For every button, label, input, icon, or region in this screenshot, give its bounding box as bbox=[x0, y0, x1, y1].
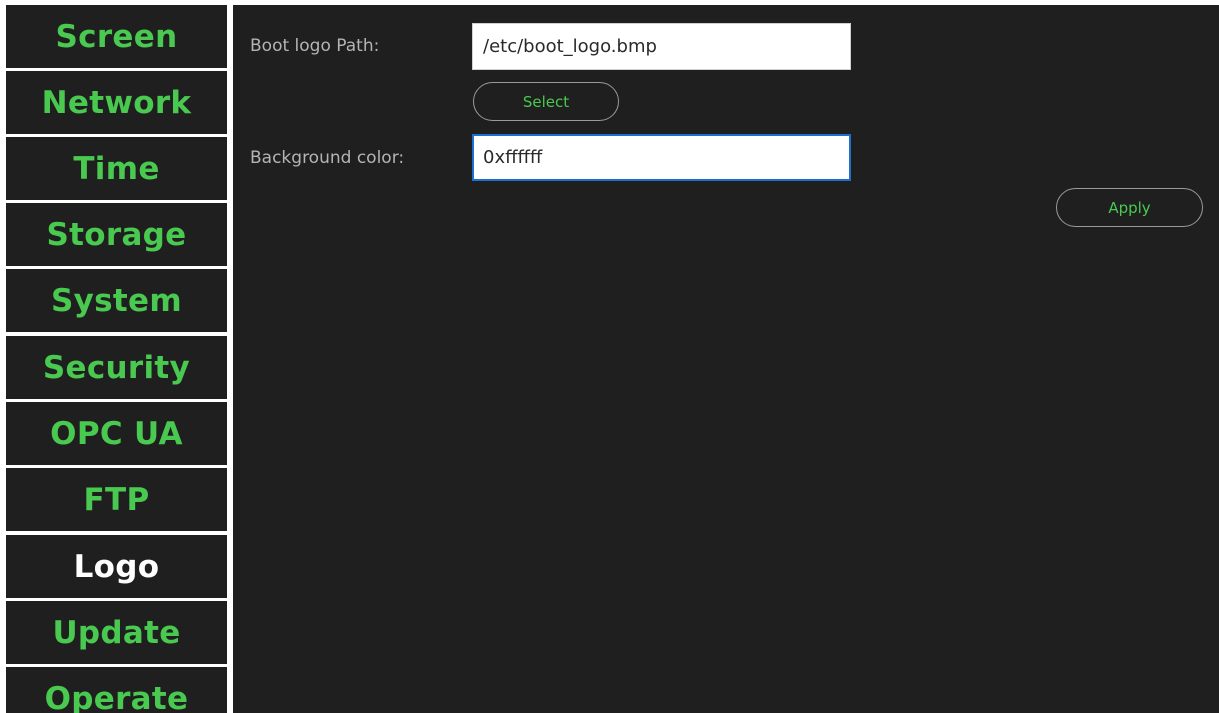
boot-logo-path-field[interactable]: /etc/boot_logo.bmp bbox=[472, 23, 851, 70]
sidebar-item-ftp[interactable]: FTP bbox=[6, 468, 227, 531]
sidebar-item-opc-ua[interactable]: OPC UA bbox=[6, 402, 227, 465]
logo-settings-panel: Boot logo Path: /etc/boot_logo.bmp Selec… bbox=[233, 5, 1219, 713]
sidebar-item-system[interactable]: System bbox=[6, 269, 227, 332]
sidebar-item-update[interactable]: Update bbox=[6, 601, 227, 664]
apply-button[interactable]: Apply bbox=[1056, 188, 1203, 227]
sidebar-item-storage[interactable]: Storage bbox=[6, 203, 227, 266]
sidebar-nav: Screen Network Time Storage System Secur… bbox=[6, 5, 227, 713]
sidebar-item-screen[interactable]: Screen bbox=[6, 5, 227, 68]
background-color-field[interactable]: 0xffffff bbox=[472, 134, 851, 181]
settings-app: Screen Network Time Storage System Secur… bbox=[0, 0, 1219, 713]
sidebar-item-security[interactable]: Security bbox=[6, 336, 227, 399]
sidebar-item-network[interactable]: Network bbox=[6, 71, 227, 134]
boot-logo-path-label: Boot logo Path: bbox=[250, 36, 380, 56]
sidebar-item-logo[interactable]: Logo bbox=[6, 535, 227, 598]
background-color-label: Background color: bbox=[250, 148, 405, 168]
select-button[interactable]: Select bbox=[473, 82, 619, 121]
sidebar-item-operate[interactable]: Operate bbox=[6, 667, 227, 713]
sidebar-item-time[interactable]: Time bbox=[6, 137, 227, 200]
